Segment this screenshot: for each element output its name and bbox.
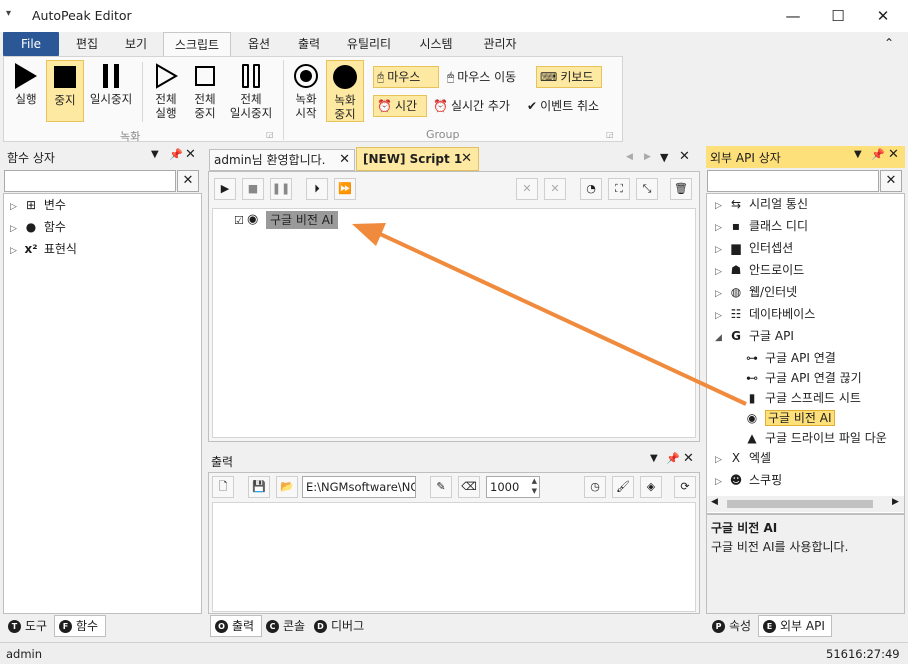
status-user: admin bbox=[6, 647, 43, 661]
status-time: 51616:27:49 bbox=[826, 647, 900, 661]
status-bar: admin 51616:27:49 bbox=[0, 642, 908, 664]
annotation-arrow bbox=[352, 223, 747, 406]
